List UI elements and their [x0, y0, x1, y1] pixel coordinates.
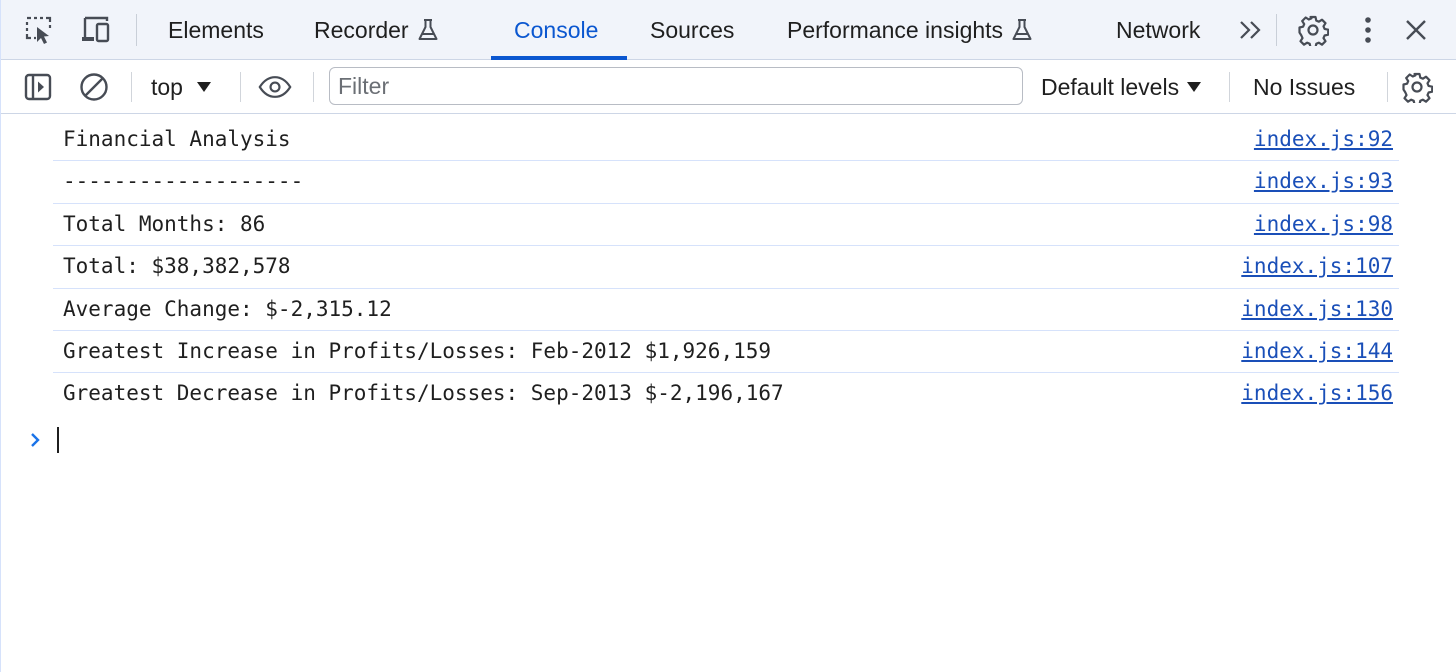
devtools-window: Elements Recorder Console Sources Perfor…	[0, 0, 1456, 672]
log-levels-label: Default levels	[1041, 73, 1180, 100]
console-message: Greatest Decrease in Profits/Losses: Sep…	[53, 373, 1399, 415]
flask-icon	[1011, 18, 1033, 42]
console-prompt	[29, 425, 43, 455]
tab-performance-insights[interactable]: Performance insights	[787, 0, 1033, 60]
text-cursor	[57, 427, 59, 453]
tab-label: Elements	[168, 16, 264, 43]
console-message: Greatest Increase in Profits/Losses: Feb…	[53, 331, 1399, 374]
live-expression-eye-icon[interactable]	[258, 70, 292, 104]
source-link[interactable]: index.js:156	[1241, 381, 1393, 405]
console-message: Total: $38,382,578 index.js:107	[53, 246, 1399, 289]
device-toolbar-icon[interactable]	[79, 14, 111, 46]
log-levels-dropdown[interactable]: Default levels	[1041, 70, 1202, 104]
toolbar-divider	[313, 72, 314, 102]
source-link[interactable]: index.js:144	[1241, 339, 1393, 363]
chevron-double-right-icon[interactable]	[1235, 14, 1267, 46]
tab-network[interactable]: Network	[1116, 0, 1200, 60]
source-link[interactable]: index.js:98	[1254, 212, 1393, 236]
dropdown-caret-icon	[1187, 82, 1202, 92]
toolbar-divider	[131, 72, 132, 102]
console-message: Financial Analysis index.js:92	[53, 119, 1399, 162]
toolbar-divider	[240, 72, 241, 102]
flask-icon	[417, 18, 439, 42]
console-message: ------------------- index.js:93	[53, 161, 1399, 204]
tab-console[interactable]: Console	[514, 0, 598, 60]
tab-label: Console	[514, 16, 599, 43]
panel-tab-bar: Elements Recorder Console Sources Perfor…	[1, 0, 1456, 60]
console-messages: Financial Analysis index.js:92 ---------…	[1, 119, 1456, 416]
dropdown-caret-icon	[196, 82, 211, 92]
toolbar-divider	[1229, 72, 1230, 102]
tab-label: Recorder	[314, 16, 409, 43]
source-link[interactable]: index.js:93	[1254, 169, 1393, 193]
source-link[interactable]: index.js:107	[1241, 254, 1393, 278]
message-text: -------------------	[63, 169, 304, 194]
toolbar-divider	[136, 14, 137, 46]
message-text: Financial Analysis	[63, 127, 291, 151]
tab-elements[interactable]: Elements	[168, 0, 264, 60]
console-toolbar: top Default levels No Issues	[1, 60, 1456, 114]
message-text: Greatest Decrease in Profits/Losses: Sep…	[63, 381, 784, 406]
tab-label: Performance insights	[787, 16, 1004, 43]
source-link[interactable]: index.js:130	[1241, 297, 1393, 321]
inspect-element-icon[interactable]	[23, 14, 55, 46]
context-label: top	[151, 73, 183, 100]
tab-sources[interactable]: Sources	[650, 0, 734, 60]
toolbar-divider	[1387, 72, 1388, 102]
console-settings-gear-icon[interactable]	[1400, 70, 1434, 104]
clear-console-icon[interactable]	[77, 70, 111, 104]
gear-icon[interactable]	[1297, 14, 1329, 46]
tab-recorder[interactable]: Recorder	[314, 0, 439, 60]
tab-label: Network	[1116, 16, 1201, 43]
tab-label: Sources	[650, 16, 735, 43]
issues-label: No Issues	[1253, 73, 1356, 100]
context-selector[interactable]: top	[151, 70, 211, 104]
console-input[interactable]	[61, 424, 1365, 458]
message-text: Average Change: $-2,315.12	[63, 296, 392, 321]
filter-input[interactable]	[329, 67, 1023, 105]
message-text: Total: $38,382,578	[63, 254, 291, 279]
source-link[interactable]: index.js:92	[1254, 127, 1393, 151]
message-text: Total Months: 86	[63, 211, 266, 236]
kebab-menu-icon[interactable]	[1352, 14, 1384, 46]
close-icon[interactable]	[1400, 14, 1432, 46]
toolbar-divider	[1276, 14, 1277, 46]
prompt-chevron-icon	[31, 433, 40, 447]
sidebar-toggle-icon[interactable]	[21, 70, 55, 104]
message-text: Greatest Increase in Profits/Losses: Feb…	[63, 338, 772, 363]
issues-button[interactable]: No Issues	[1253, 70, 1355, 104]
console-message: Total Months: 86 index.js:98	[53, 204, 1399, 247]
console-message: Average Change: $-2,315.12 index.js:130	[53, 289, 1399, 331]
